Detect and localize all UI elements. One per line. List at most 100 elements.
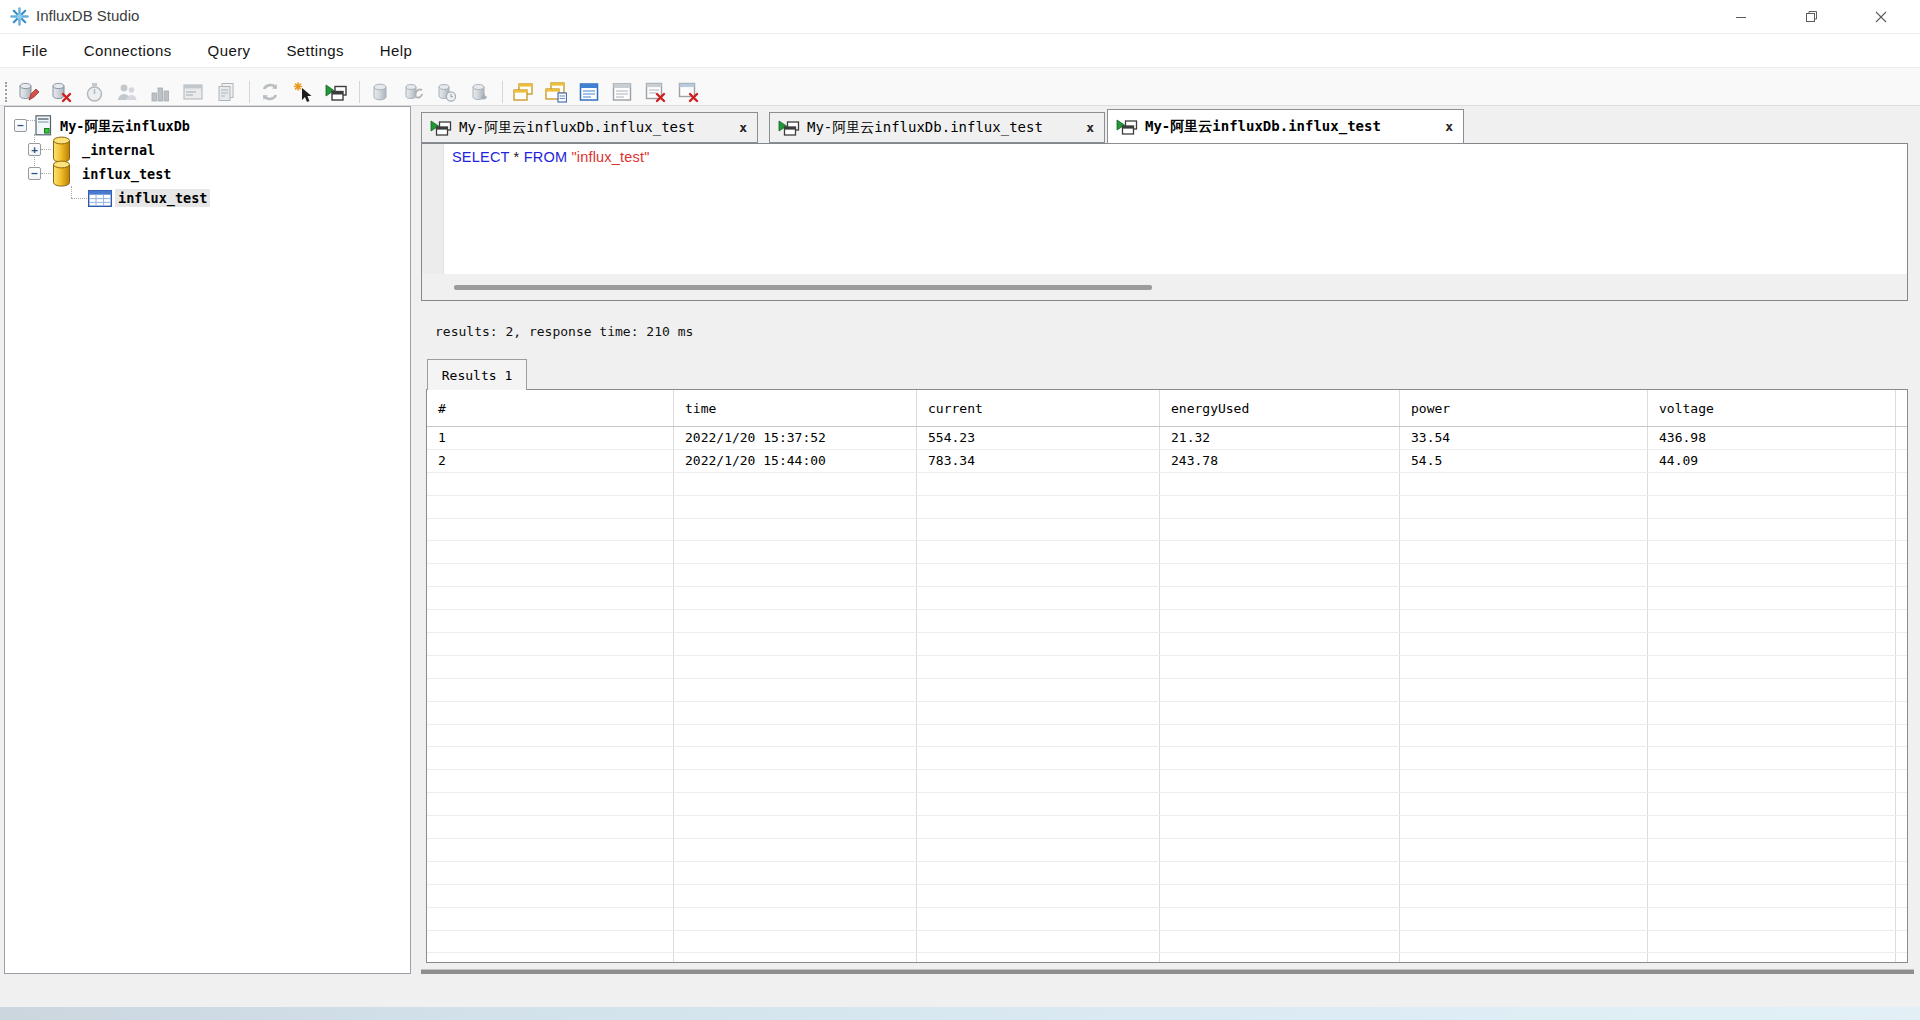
table-row[interactable]: 1 2022/1/20 15:37:52 554.23 21.32 33.54 … (427, 427, 1907, 450)
users-icon[interactable] (116, 81, 138, 103)
tree-node-label[interactable]: My-阿里云influxDb (60, 117, 190, 135)
menu-query[interactable]: Query (208, 42, 251, 59)
cell-filler (1896, 427, 1907, 449)
cell[interactable]: 44.09 (1648, 450, 1896, 472)
tab-close-icon[interactable]: x (731, 120, 747, 135)
document-list-icon[interactable] (611, 81, 633, 103)
cell[interactable]: 33.54 (1400, 427, 1648, 449)
table-empty-row[interactable] (427, 747, 1907, 770)
cell[interactable]: 554.23 (917, 427, 1160, 449)
table-empty-row[interactable] (427, 496, 1907, 519)
tree-node-label[interactable]: _internal (82, 141, 155, 159)
table-empty-row[interactable] (427, 793, 1907, 816)
table-empty-row[interactable] (427, 862, 1907, 885)
column-header[interactable]: # (427, 390, 674, 426)
menu-file[interactable]: File (22, 42, 48, 59)
run-wizard-icon[interactable] (292, 81, 314, 103)
database-clock-icon[interactable] (435, 81, 457, 103)
cell[interactable]: 2 (427, 450, 674, 472)
refresh-icon[interactable] (259, 81, 281, 103)
query-tab-1[interactable]: My-阿里云influxDb.influx_test x (421, 112, 758, 143)
cell[interactable]: 783.34 (917, 450, 1160, 472)
table-empty-row[interactable] (427, 770, 1907, 793)
tree-node-label[interactable]: influx_test (82, 165, 171, 183)
column-header[interactable]: time (674, 390, 917, 426)
table-empty-row[interactable] (427, 633, 1907, 656)
tree-node-influx-test-table[interactable]: influx_test (5, 186, 410, 210)
database-export-icon[interactable] (468, 81, 490, 103)
cell[interactable]: 2022/1/20 15:44:00 (674, 450, 917, 472)
table-empty-row[interactable] (427, 519, 1907, 542)
table-empty-row[interactable] (427, 564, 1907, 587)
cell (1400, 908, 1648, 930)
table-empty-row[interactable] (427, 473, 1907, 496)
menu-help[interactable]: Help (380, 42, 412, 59)
collapse-expander-icon[interactable]: − (28, 167, 41, 180)
tree-node-influx-test-db[interactable]: − influx_test (5, 162, 410, 186)
query-text[interactable]: SELECT * FROM "influx_test" (452, 149, 650, 165)
cell (917, 587, 1160, 609)
cascade-windows-icon[interactable] (512, 81, 534, 103)
window-delete-icon[interactable] (677, 81, 699, 103)
table-empty-row[interactable] (427, 931, 1907, 954)
expand-expander-icon[interactable]: + (28, 143, 41, 156)
table-empty-row[interactable] (427, 656, 1907, 679)
stopwatch-icon[interactable] (83, 81, 105, 103)
table-empty-row[interactable] (427, 839, 1907, 862)
horizontal-scrollbar-thumb[interactable] (454, 285, 1152, 290)
run-query-icon[interactable] (325, 81, 347, 103)
query-tab-3-active[interactable]: My-阿里云influxDb.influx_test x (1107, 109, 1464, 144)
table-row[interactable]: 2 2022/1/20 15:44:00 783.34 243.78 54.5 … (427, 450, 1907, 473)
cell[interactable]: 243.78 (1160, 450, 1400, 472)
results-tab[interactable]: Results 1 (427, 359, 527, 390)
close-button[interactable] (1846, 0, 1916, 33)
table-empty-row[interactable] (427, 908, 1907, 931)
play-window-icon (778, 119, 800, 137)
collapse-expander-icon[interactable]: − (14, 119, 27, 132)
table-empty-row[interactable] (427, 953, 1907, 963)
table-empty-row[interactable] (427, 587, 1907, 610)
grip-handle-icon[interactable] (5, 82, 8, 102)
tree-node-internal-db[interactable]: + _internal (5, 138, 410, 162)
table-empty-row[interactable] (427, 679, 1907, 702)
cell (917, 633, 1160, 655)
column-header[interactable]: energyUsed (1160, 390, 1400, 426)
cell[interactable]: 21.32 (1160, 427, 1400, 449)
cell[interactable]: 1 (427, 427, 674, 449)
cascade-windows-new-icon[interactable] (545, 81, 567, 103)
cell[interactable]: 2022/1/20 15:37:52 (674, 427, 917, 449)
minimize-button[interactable] (1706, 0, 1776, 33)
cell (1160, 656, 1400, 678)
table-empty-row[interactable] (427, 541, 1907, 564)
column-header[interactable]: voltage (1648, 390, 1896, 426)
column-header[interactable]: current (917, 390, 1160, 426)
database-refresh-icon[interactable] (402, 81, 424, 103)
menu-settings[interactable]: Settings (286, 42, 343, 59)
tree-node-label-selected[interactable]: influx_test (115, 189, 210, 207)
console-window-icon[interactable] (182, 81, 204, 103)
table-empty-row[interactable] (427, 885, 1907, 908)
table-empty-row[interactable] (427, 610, 1907, 633)
tab-close-icon[interactable]: x (1078, 120, 1094, 135)
database-new-icon[interactable] (369, 81, 391, 103)
database-icon (51, 160, 72, 187)
cell (674, 702, 917, 724)
tree-node-connection[interactable]: − My-阿里云influxDb (5, 114, 410, 138)
document-blue-icon[interactable] (578, 81, 600, 103)
tab-close-icon[interactable]: x (1437, 119, 1453, 134)
table-empty-row[interactable] (427, 702, 1907, 725)
cell[interactable]: 436.98 (1648, 427, 1896, 449)
document-delete-icon[interactable] (644, 81, 666, 103)
database-edit-icon[interactable] (17, 81, 39, 103)
database-delete-icon[interactable] (50, 81, 72, 103)
column-header[interactable]: power (1400, 390, 1648, 426)
table-empty-row[interactable] (427, 816, 1907, 839)
query-tab-2[interactable]: My-阿里云influxDb.influx_test x (769, 112, 1105, 143)
script-pages-icon[interactable] (215, 81, 237, 103)
cell (917, 725, 1160, 747)
cell[interactable]: 54.5 (1400, 450, 1648, 472)
menu-connections[interactable]: Connections (84, 42, 172, 59)
bar-chart-icon[interactable] (149, 81, 171, 103)
table-empty-row[interactable] (427, 725, 1907, 748)
restore-button[interactable] (1776, 0, 1846, 33)
